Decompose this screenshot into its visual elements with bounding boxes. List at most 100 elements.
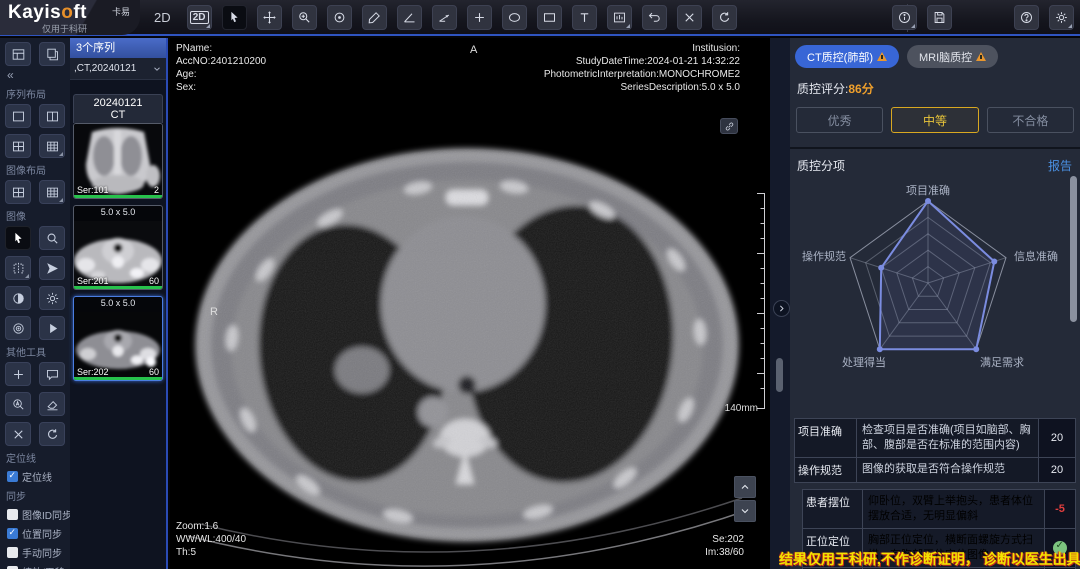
clipboard-icon [45, 47, 60, 62]
localizer-checkbox[interactable] [7, 471, 18, 482]
table-row: 项目准确 检查项目是否准确(项目如脑部、胸部、腹部是否在标准的范围内容) 20 [795, 419, 1075, 458]
grade-medium-button[interactable]: 中等 [891, 107, 978, 133]
localizer-checkbox-label: 定位线 [22, 469, 52, 484]
image-layout-9-button[interactable] [39, 180, 65, 204]
main-toolbar-icons: 2D [187, 5, 737, 30]
reset-view-button[interactable] [712, 5, 737, 30]
window-presets-button[interactable] [607, 5, 632, 30]
cursor-tool-sidebar-button[interactable] [5, 226, 31, 250]
qc-panel: CT质控(肺部) MRI脑质控 质控评分:86分 优秀 中等 不合格 质控分项 … [790, 38, 1080, 569]
localizer-checkbox-row[interactable]: 定位线 [7, 469, 65, 484]
study-selector-dropdown[interactable]: ,CT,20240121 [70, 58, 166, 80]
clear-button[interactable] [5, 422, 31, 446]
eraser-button[interactable] [39, 392, 65, 416]
grade-excellent-button[interactable]: 优秀 [796, 107, 883, 133]
cursor-tool-button[interactable] [222, 5, 247, 30]
ellipse-roi-button[interactable] [502, 5, 527, 30]
help-button[interactable] [1014, 5, 1039, 30]
sync-zoompan-row[interactable]: 缩放/平移 [7, 564, 65, 569]
qc-score-value: 86分 [848, 82, 873, 96]
brand-cn: 卡易 [112, 5, 130, 18]
flip-rotate-button[interactable] [5, 256, 31, 280]
info-button[interactable] [892, 5, 917, 30]
series-layout-4-button[interactable] [5, 134, 31, 158]
cobb-angle-button[interactable] [432, 5, 457, 30]
series-loaded-bar [74, 377, 162, 380]
series-number: Ser:101 [77, 185, 109, 195]
series-thumbnail-201[interactable]: 5.0 x 5.0 Ser:20160 [73, 205, 163, 290]
ct-image-viewport[interactable]: PName: AccNO:2401210200 Age: Sex: A R In… [170, 38, 770, 569]
sync-position-row[interactable]: 位置同步 [7, 526, 65, 541]
panel-divider [770, 38, 790, 569]
collapse-sidebar-button[interactable]: « [7, 68, 65, 82]
link-series-button[interactable] [720, 118, 738, 134]
layout-4-icon [11, 139, 26, 154]
series-layout-1-button[interactable] [5, 104, 31, 128]
orientation-right-label: R [210, 306, 218, 318]
clipboard-button[interactable] [39, 42, 65, 66]
length-measure-button[interactable] [362, 5, 387, 30]
invert-button[interactable] [5, 286, 31, 310]
undo-button[interactable] [642, 5, 667, 30]
expand-panel-button[interactable] [773, 300, 790, 317]
reset-button[interactable] [39, 422, 65, 446]
cine-play-button[interactable] [39, 316, 65, 340]
chevron-up-icon [739, 481, 751, 493]
series-thumbnail-scout[interactable]: Ser:1012 [73, 123, 163, 199]
qc-scrollbar-thumb[interactable] [1070, 176, 1077, 322]
sync-manual-checkbox[interactable] [7, 547, 18, 558]
image-layout-4-button[interactable] [5, 180, 31, 204]
sync-imageid-row[interactable]: 图像ID同步 [7, 507, 65, 522]
tab-ct-lung-qc[interactable]: CT质控(肺部) [795, 45, 899, 68]
sync-position-checkbox[interactable] [7, 528, 18, 539]
series-layout-2-button[interactable] [39, 104, 65, 128]
info-icon [897, 10, 912, 25]
save-button[interactable] [927, 5, 952, 30]
undo-icon [647, 10, 662, 25]
zoom-tool-button[interactable] [292, 5, 317, 30]
comment-button[interactable] [39, 362, 65, 386]
app-logo: Kayisoft 卡易 仅用于科研 [0, 0, 140, 35]
send-button[interactable] [39, 256, 65, 280]
delete-annotation-button[interactable] [677, 5, 702, 30]
send-icon [45, 261, 60, 276]
2d-layout-button[interactable]: 2D [187, 5, 212, 30]
brightness-icon [45, 291, 60, 306]
angle-icon [402, 10, 417, 25]
grade-buttons: 优秀 中等 不合格 [790, 97, 1080, 133]
point-marker-button[interactable] [467, 5, 492, 30]
target-button[interactable] [5, 316, 31, 340]
grade-fail-button[interactable]: 不合格 [987, 107, 1074, 133]
layout-9-icon [45, 139, 60, 154]
scroll-up-button[interactable] [734, 476, 756, 498]
report-link[interactable]: 报告 [1048, 157, 1072, 174]
probe-tool-button[interactable] [327, 5, 352, 30]
image-scroll-buttons [734, 476, 756, 524]
add-marker-button[interactable] [5, 362, 31, 386]
series-layout-9-button[interactable] [39, 134, 65, 158]
pan-icon [262, 10, 277, 25]
angle-measure-button[interactable] [397, 5, 422, 30]
tab-mri-brain-qc[interactable]: MRI脑质控 [907, 45, 998, 68]
magnify-text-button[interactable] [5, 392, 31, 416]
text-annotation-button[interactable] [572, 5, 597, 30]
qc-score-label: 质控评分: [797, 82, 848, 96]
viewer-scrollbar-thumb[interactable] [776, 358, 783, 392]
series-thumbnail-202-selected[interactable]: 5.0 x 5.0 Ser:20260 [73, 296, 163, 381]
sync-imageid-checkbox[interactable] [7, 509, 18, 520]
qc-score-table: 项目准确 检查项目是否准确(项目如脑部、胸部、腹部是否在标准的范围内容) 20 … [794, 418, 1076, 483]
series-image-overlay: Se:202 Im:38/60 [705, 533, 744, 559]
magnify-button[interactable] [39, 226, 65, 250]
warning-icon [877, 52, 887, 61]
pan-tool-button[interactable] [257, 5, 282, 30]
rect-roi-button[interactable] [537, 5, 562, 30]
sync-label: 同步 [6, 488, 65, 503]
brightness-button[interactable] [39, 286, 65, 310]
sync-manual-row[interactable]: 手动同步 [7, 545, 65, 560]
study-info-overlay: Institusion: StudyDateTime:2024-01-21 14… [544, 42, 740, 94]
grid-detail-button[interactable] [5, 42, 31, 66]
series-group-header[interactable]: 20240121 CT [73, 94, 163, 123]
settings-button[interactable] [1049, 5, 1074, 30]
scroll-down-button[interactable] [734, 500, 756, 522]
help-icon [1019, 10, 1034, 25]
